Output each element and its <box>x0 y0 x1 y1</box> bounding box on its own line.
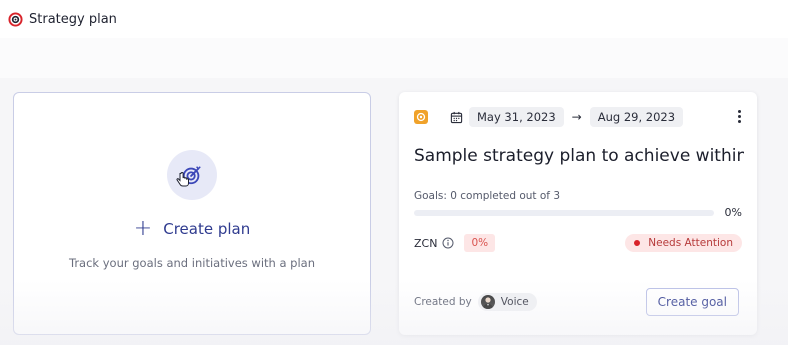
avatar <box>480 295 495 309</box>
created-by-label: Created by <box>414 296 472 308</box>
create-plan-label: Create plan <box>163 220 251 238</box>
create-plan-icon-circle[interactable] <box>167 150 217 200</box>
plan-card-header: May 31, 2023 → Aug 29, 2023 <box>414 106 747 128</box>
goals-summary: Goals: 0 completed out of 3 <box>414 190 560 202</box>
status-dot-icon <box>634 240 641 246</box>
end-date-chip[interactable]: Aug 29, 2023 <box>589 107 684 127</box>
top-bar: Strategy plan <box>0 0 788 38</box>
strategy-plan-card[interactable]: May 31, 2023 → Aug 29, 2023 Sample strat… <box>399 92 757 335</box>
hand-pointer-icon <box>176 172 190 192</box>
zcn-label: ZCN <box>414 236 438 250</box>
create-plan-card[interactable]: + Create plan Track your goals and initi… <box>13 92 371 335</box>
goals-progress-bar <box>414 210 714 216</box>
progress-percent: 0% <box>724 206 742 219</box>
create-plan-button[interactable]: + Create plan <box>134 218 250 240</box>
status-label: Needs Attention <box>648 237 733 249</box>
plus-icon: + <box>133 216 153 241</box>
status-badge[interactable]: Needs Attention <box>625 234 742 252</box>
zcn-row: ZCN 0% Needs Attention <box>414 233 742 253</box>
create-goal-button[interactable]: Create goal <box>645 288 739 316</box>
creator-name: Voice <box>500 296 529 308</box>
target-icon <box>8 11 23 27</box>
create-plan-subtitle: Track your goals and initiatives with a … <box>68 256 316 270</box>
page-title: Strategy plan <box>29 11 117 27</box>
arrow-right-icon: → <box>571 110 582 124</box>
header-band <box>0 38 788 78</box>
creator-chip[interactable]: Voice <box>477 293 537 311</box>
plan-badge-icon <box>414 110 428 124</box>
plan-title[interactable]: Sample strategy plan to achieve within 3… <box>414 146 744 166</box>
plan-card-footer: Created by Voice Create goal <box>414 288 739 316</box>
more-options-icon[interactable] <box>732 108 747 125</box>
zcn-value-chip: 0% <box>464 234 496 252</box>
info-icon[interactable] <box>442 237 454 249</box>
calendar-icon <box>450 111 463 124</box>
start-date-chip[interactable]: May 31, 2023 <box>469 107 564 127</box>
